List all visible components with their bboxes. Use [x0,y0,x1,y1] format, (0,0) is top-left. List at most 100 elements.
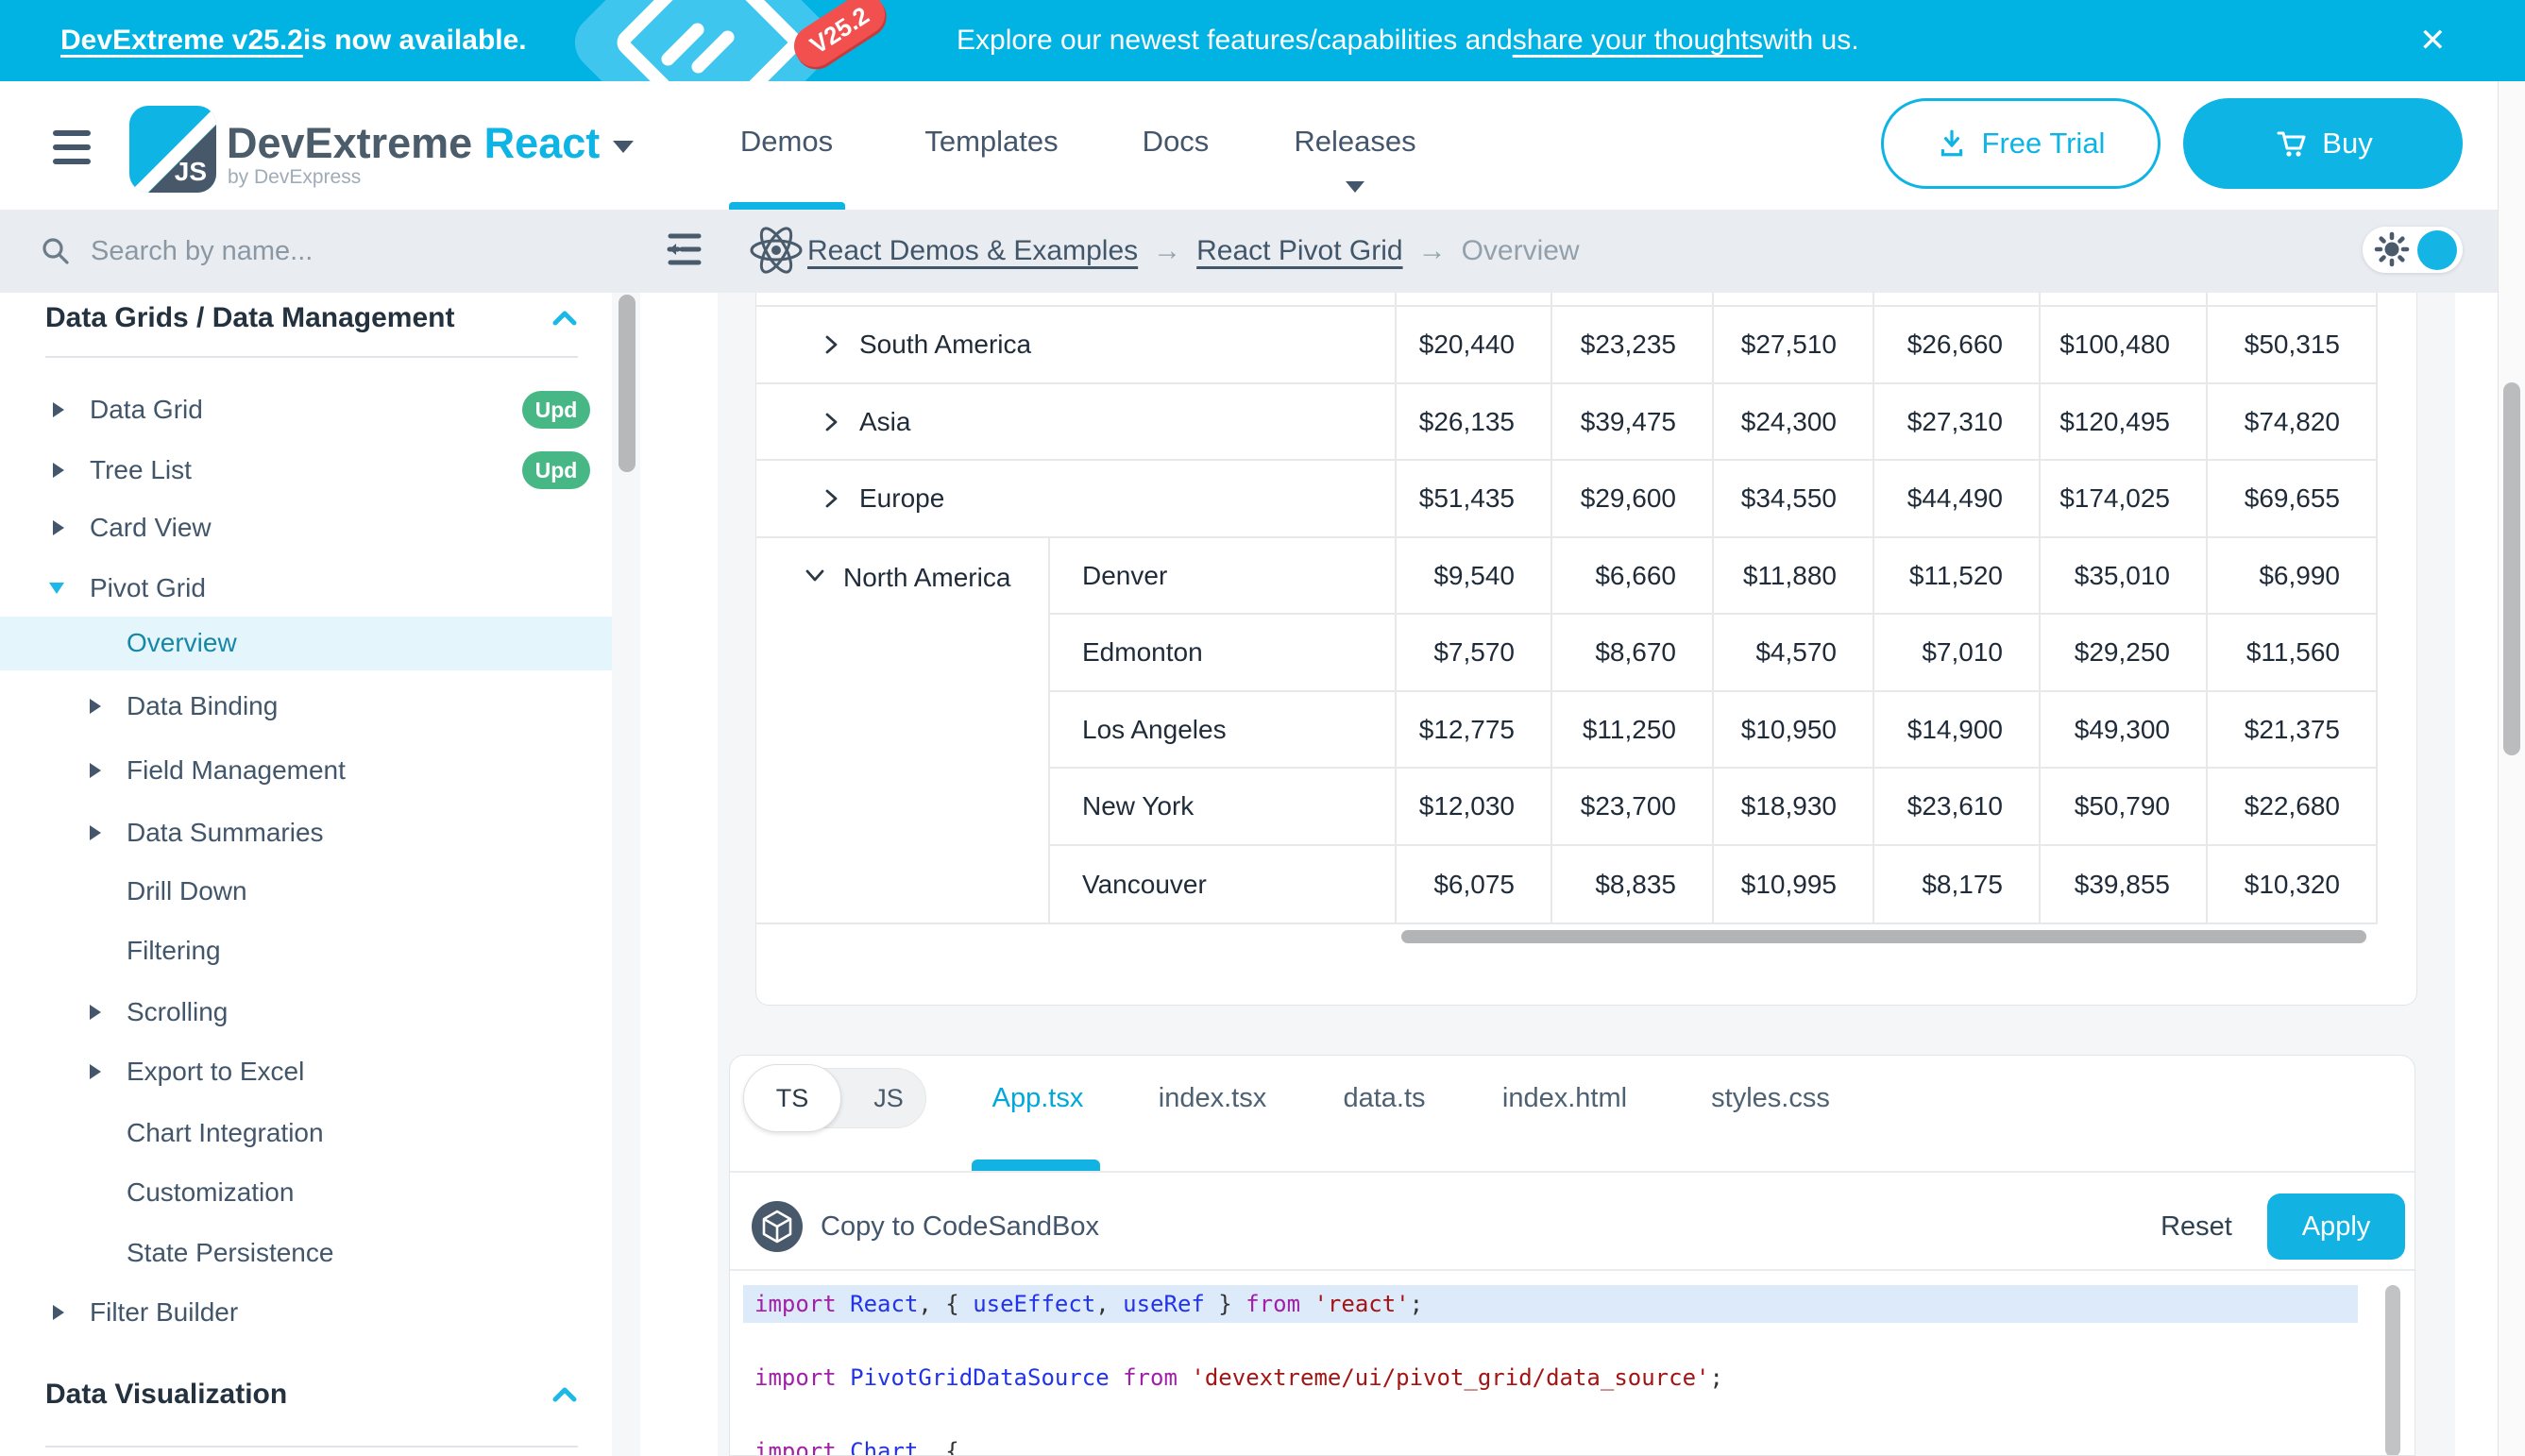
free-trial-button[interactable]: Free Trial [1881,98,2161,189]
sidebar-item-filter-builder[interactable]: Filter Builder [0,1286,612,1340]
code-tab-index-html[interactable]: index.html [1502,1068,1627,1128]
collapsed-arrow-icon[interactable] [53,463,64,478]
sidebar-item-label: Filtering [127,936,221,966]
devextreme-logo-icon[interactable]: JS [129,106,216,193]
section-label: Data Visualization [45,1379,287,1411]
pivot-value-cell: $11,520 [1873,538,2039,613]
collapsed-arrow-icon[interactable] [90,825,101,840]
sidebar-item-label: Export to Excel [127,1057,304,1087]
page-scrollbar-thumb[interactable] [2503,382,2520,755]
collapsed-arrow-icon[interactable] [90,1064,101,1079]
sidebar-item-data-binding[interactable]: Data Binding [0,680,612,734]
code-tab-styles-css[interactable]: styles.css [1711,1068,1830,1128]
pivot-value-cell: $18,930 [1712,769,1873,844]
sidebar-item-chart-integration[interactable]: Chart Integration [0,1107,612,1160]
pivot-value-cell: $11,560 [2206,615,2378,690]
expanded-arrow-icon[interactable] [49,583,64,594]
pivot-group-north-america: North America Denver $9,540$6,660$11,880… [755,538,2378,924]
breadcrumb-pivotgrid-link[interactable]: React Pivot Grid [1196,235,1402,267]
code-tab-data-ts[interactable]: data.ts [1343,1068,1425,1128]
codesandbox-icon[interactable] [752,1201,803,1252]
search-box[interactable] [40,210,568,293]
collapsed-arrow-icon[interactable] [53,402,64,417]
sidebar-item-card-view[interactable]: Card View [0,501,612,555]
collapsed-arrow-icon[interactable] [90,699,101,714]
sidebar-section-data-grids-data-management[interactable]: Data Grids / Data Management [0,293,612,346]
sidebar-section-data-visualization[interactable]: Data Visualization [0,1368,612,1422]
pivot-horizontal-scrollbar-thumb[interactable] [1401,930,2366,943]
releases-dropdown-icon[interactable] [1346,181,1364,193]
banner-center-text: Explore our newest features/capabilities… [957,0,1859,81]
expand-row-icon[interactable] [771,410,843,434]
sidebar-item-data-grid[interactable]: Data GridUpd [0,383,612,437]
expand-row-icon[interactable] [771,486,843,511]
code-editor[interactable]: import React, { useEffect, useRef } from… [730,1271,2415,1456]
lang-ts-option[interactable]: TS [743,1064,841,1132]
code-tab-index-tsx[interactable]: index.tsx [1159,1068,1266,1128]
logo-title[interactable]: DevExtreme React [227,119,634,168]
pivot-row-edmonton: Edmonton $7,570$8,670$4,570$7,010$29,250… [1050,615,2378,692]
code-scrollbar-thumb[interactable] [2385,1285,2400,1456]
apply-button[interactable]: Apply [2267,1194,2405,1260]
sidebar-item-tree-list[interactable]: Tree ListUpd [0,444,612,498]
pivot-value-cell: $8,670 [1551,615,1712,690]
pivot-row-europe: Europe $51,435$29,600$34,550$44,490$174,… [755,461,2378,538]
pivot-row-los-angeles: Los Angeles $12,775$11,250$10,950$14,900… [1050,692,2378,769]
lang-js-option[interactable]: JS [851,1068,926,1128]
pivot-value-cell: $27,510 [1712,307,1873,382]
sidebar-item-scrolling[interactable]: Scrolling [0,986,612,1040]
nav-demos[interactable]: Demos [740,81,833,202]
sidebar-item-overview[interactable]: Overview [0,617,612,670]
buy-button[interactable]: Buy [2183,98,2463,189]
sidebar-item-filtering[interactable]: Filtering [0,924,612,978]
pivot-row-denver: Denver $9,540$6,660$11,880$11,520$35,010… [1050,538,2378,615]
pivot-value-cell: $35,010 [2039,538,2206,613]
pivot-value-cell: $27,310 [1873,384,2039,459]
collapse-toc-icon[interactable] [661,229,706,270]
collapsed-arrow-icon[interactable] [53,1305,64,1320]
pivot-value-cell: $39,475 [1551,384,1712,459]
pivot-value-cell: $39,855 [2039,846,2206,923]
expand-row-icon[interactable] [771,332,843,357]
collapse-row-icon[interactable] [755,563,827,587]
breadcrumb: React Demos & Examples → React Pivot Gri… [807,210,1580,293]
sidebar-item-drill-down[interactable]: Drill Down [0,865,612,919]
code-tab-app-tsx[interactable]: App.tsx [992,1068,1084,1128]
sidebar-item-label: Data Binding [127,691,278,721]
collapsed-arrow-icon[interactable] [53,520,64,535]
pivot-value-cell [2039,293,2206,305]
reset-button[interactable]: Reset [2154,1201,2239,1252]
pivot-row-asia: Asia $26,135$39,475$24,300$27,310$120,49… [755,384,2378,461]
page-scrollbar-track[interactable] [2498,81,2525,1456]
sidebar-item-export-to-excel[interactable]: Export to Excel [0,1045,612,1099]
theme-toggle-knob[interactable] [2417,230,2457,270]
sidebar-item-label: State Persistence [127,1238,333,1268]
sidebar-item-state-persistence[interactable]: State Persistence [0,1227,612,1280]
pivot-value-cell: $34,550 [1712,461,1873,536]
collapsed-arrow-icon[interactable] [90,763,101,778]
copy-to-codesandbox-button[interactable]: Copy to CodeSandBox [821,1201,1099,1252]
pivot-value-cell: $14,900 [1873,692,2039,767]
breadcrumb-demos-link[interactable]: React Demos & Examples [807,235,1138,267]
banner-version-link[interactable]: DevExtreme v25.2 [60,25,303,57]
share-thoughts-link[interactable]: share your thoughts [1513,25,1763,57]
sidebar-item-customization[interactable]: Customization [0,1166,612,1220]
sidebar-item-data-summaries[interactable]: Data Summaries [0,806,612,860]
pivot-cutoff-row [755,293,2378,307]
pivot-value-cell [1551,293,1712,305]
sidebar-scrollbar-thumb[interactable] [619,295,635,472]
collapsed-arrow-icon[interactable] [90,1005,101,1020]
pivot-value-cell: $6,075 [1395,846,1551,923]
nav-docs[interactable]: Docs [1143,81,1210,202]
close-icon[interactable]: ✕ [2419,0,2447,81]
sidebar-item-pivot-grid[interactable]: Pivot Grid [0,562,612,616]
code-line: import Chart, { [754,1432,959,1456]
sidebar-item-field-management[interactable]: Field Management [0,744,612,798]
pivot-value-cell: $12,030 [1395,769,1551,844]
hamburger-menu-icon[interactable] [53,130,91,164]
pivot-value-cell: $10,950 [1712,692,1873,767]
nav-templates[interactable]: Templates [924,81,1058,202]
pivot-value-cell: $49,300 [2039,692,2206,767]
search-input[interactable] [89,235,508,268]
theme-toggle[interactable] [2363,227,2463,273]
